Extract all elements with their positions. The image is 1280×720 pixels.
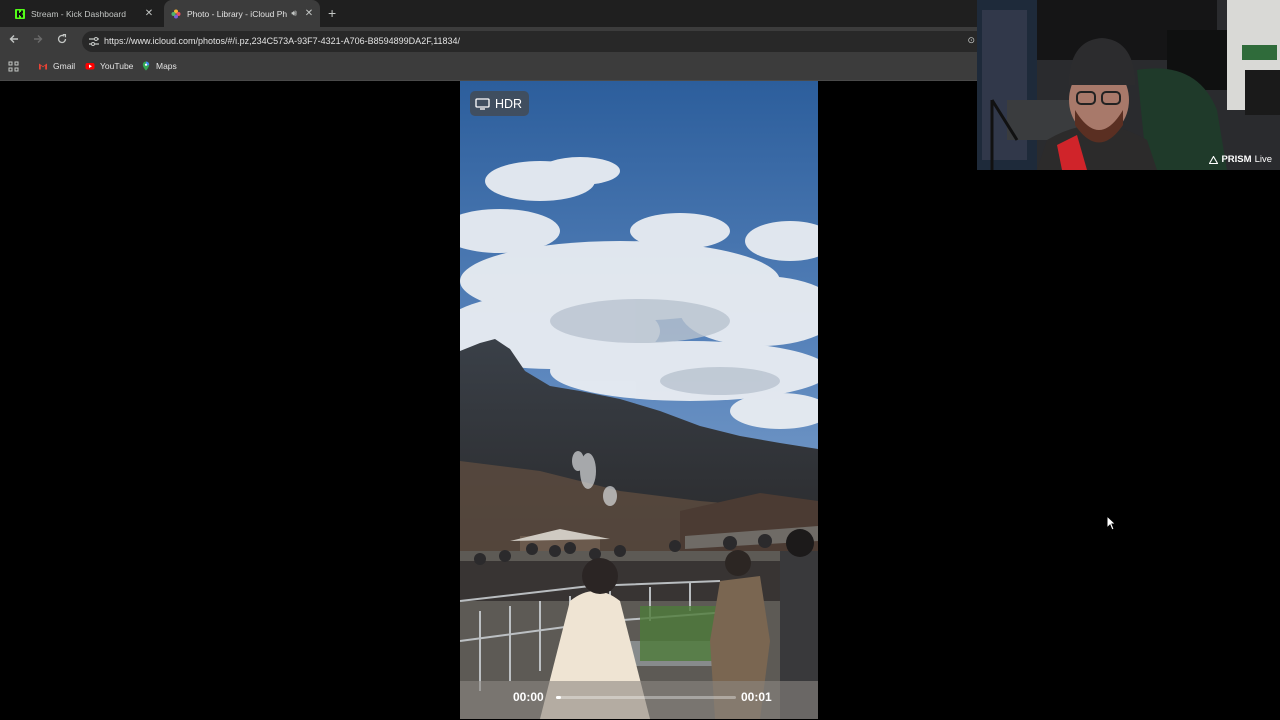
tab-strip: Stream - Kick Dashboard ✕ Photo - Librar… [0, 0, 977, 27]
url-text[interactable]: https://www.icloud.com/photos/#/i.pz,234… [104, 36, 460, 46]
close-tab-icon[interactable]: ✕ [141, 8, 157, 19]
bookmark-label: Maps [156, 61, 177, 71]
prism-live-watermark: PRISM Live [1209, 154, 1272, 165]
gmail-icon [39, 63, 47, 70]
tab-kick-dashboard[interactable]: Stream - Kick Dashboard ✕ [8, 0, 160, 27]
reload-button[interactable] [54, 33, 70, 49]
arrow-left-icon [9, 35, 18, 43]
browser-toolbar: https://www.icloud.com/photos/#/i.pz,234… [0, 27, 977, 56]
webcam-feed [977, 0, 1280, 170]
mouse-cursor-icon [1106, 515, 1116, 531]
bookmark-label: Gmail [53, 61, 76, 71]
video-frame[interactable] [460, 81, 818, 719]
scene-image [460, 81, 818, 719]
prism-brand: PRISM [1221, 154, 1252, 165]
kick-logo-icon [15, 8, 25, 19]
apps-grid-icon [8, 61, 19, 72]
youtube-icon [85, 63, 95, 70]
prism-logo-icon [1209, 155, 1219, 164]
new-tab-button[interactable]: + [328, 5, 336, 21]
monitor-icon [475, 97, 490, 110]
duration-time: 00:01 [741, 690, 772, 704]
tab-title: Photo - Library - iCloud Ph [187, 8, 288, 19]
arrow-right-icon [34, 35, 43, 43]
tab-icloud-photos[interactable]: Photo - Library - iCloud Ph 🔊︎ ✕ [164, 0, 320, 27]
bookmarks-bar: Gmail YouTube Maps [0, 56, 977, 81]
bookmark-gmail[interactable]: Gmail [38, 61, 75, 71]
scrubber-progress [556, 696, 562, 699]
bookmark-maps[interactable]: Maps [141, 61, 177, 71]
reload-icon [57, 33, 67, 44]
hdr-badge: HDR [470, 91, 529, 116]
webcam-overlay: PRISM Live [977, 0, 1280, 170]
icloud-photos-icon [171, 9, 181, 18]
prism-suffix: Live [1254, 154, 1272, 165]
hdr-label: HDR [495, 96, 523, 111]
bookmark-label: YouTube [100, 61, 134, 71]
bookmark-youtube[interactable]: YouTube [85, 61, 133, 71]
apps-button[interactable] [8, 61, 19, 72]
tab-title: Stream - Kick Dashboard [31, 8, 126, 19]
site-info-icon[interactable] [88, 36, 100, 47]
elapsed-time: 00:00 [513, 690, 544, 704]
maps-icon [142, 61, 150, 71]
video-scrubber[interactable] [556, 696, 736, 699]
close-tab-icon[interactable]: ✕ [301, 8, 317, 19]
speaker-icon[interactable]: 🔊︎ [291, 8, 297, 19]
lens-icon[interactable]: ⊙ [967, 35, 975, 46]
forward-button[interactable] [30, 33, 46, 49]
back-button[interactable] [6, 33, 22, 49]
address-bar[interactable]: https://www.icloud.com/photos/#/i.pz,234… [82, 31, 977, 52]
